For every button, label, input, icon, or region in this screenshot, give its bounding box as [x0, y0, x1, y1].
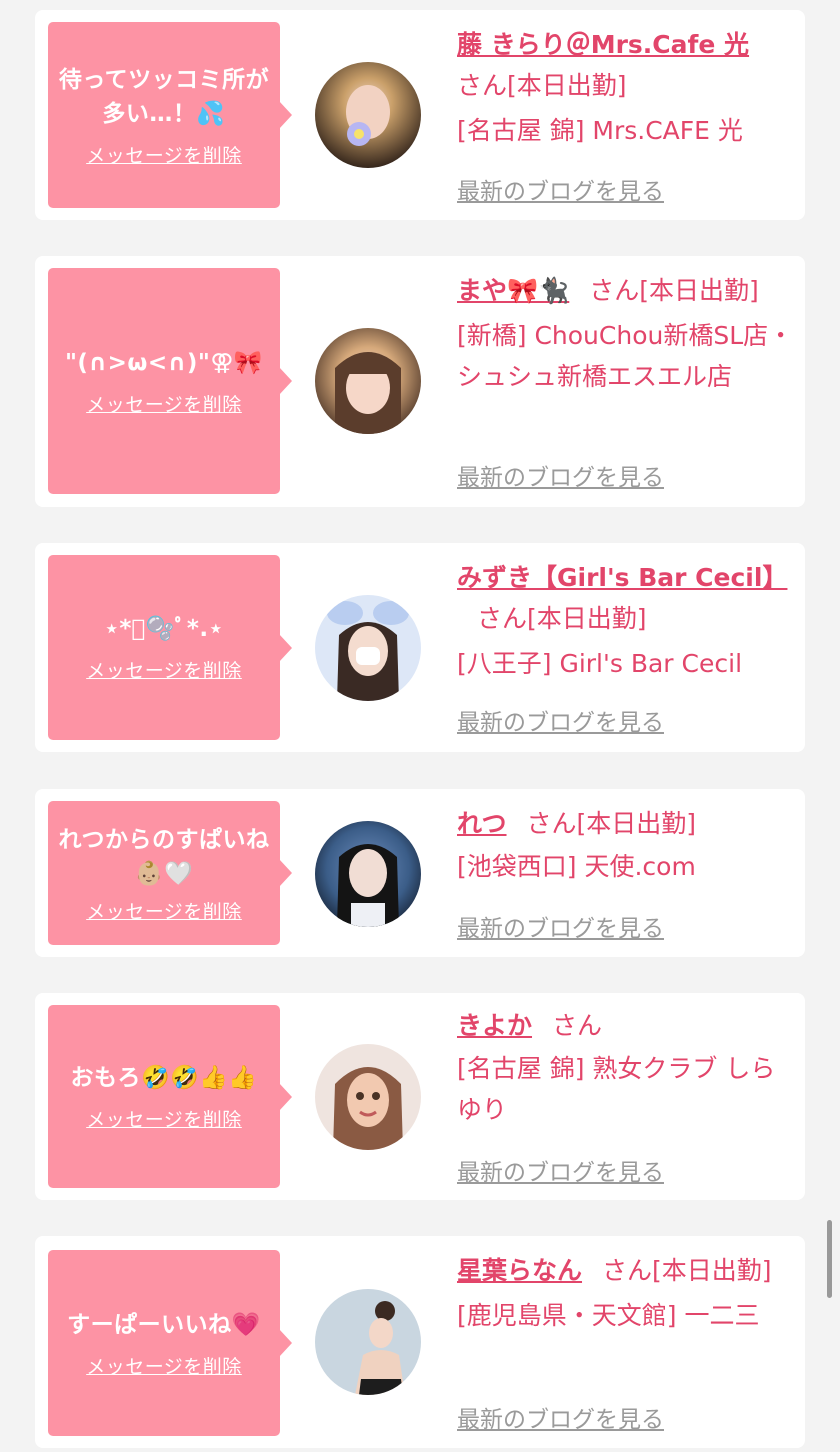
user-name-link[interactable]: まや🎀🐈‍⬛ [457, 276, 569, 305]
message-text: すーぱーいいね💗 [67, 1311, 261, 1338]
user-name-link[interactable]: きよか [457, 1011, 532, 1040]
avatar[interactable] [315, 1289, 421, 1395]
message-bubble: すーぱーいいね💗 メッセージを削除 [48, 1250, 292, 1436]
user-status: さん [552, 1011, 603, 1040]
user-info: 藤 きらり＠Mrs.Cafe 光 さん[本日出勤] [名古屋 錦] Mrs.CA… [457, 24, 797, 151]
delete-message-link[interactable]: メッセージを削除 [86, 141, 242, 168]
shop-name: [池袋西口] 天使.com [457, 852, 696, 881]
list-item: れつからのすぱいね👶🏼🤍 メッセージを削除 れつ さん[本日出勤] [池袋西口]… [35, 789, 805, 957]
avatar[interactable] [315, 62, 421, 168]
message-text: おもろ🤣🤣👍👍 [70, 1065, 258, 1091]
user-status: さん[本日出勤] [526, 809, 697, 838]
latest-blog-link[interactable]: 最新のブログを見る [457, 1400, 664, 1434]
avatar[interactable] [315, 821, 421, 927]
avatar[interactable] [315, 328, 421, 434]
list-item: 待ってツッコミ所が多い…！💦 メッセージを削除 藤 きらり＠Mrs.Cafe 光… [35, 10, 805, 220]
message-text: "(∩>ω<∩)"⚢🎀 [64, 349, 264, 376]
user-name-link[interactable]: れつ [457, 809, 507, 838]
delete-message-link[interactable]: メッセージを削除 [86, 656, 242, 683]
list-item: "(∩>ω<∩)"⚢🎀 メッセージを削除 まや🎀🐈‍⬛ さん[本日出勤] [35, 256, 805, 507]
user-status: さん[本日出勤] [457, 71, 627, 100]
user-name-link[interactable]: みずき【Girl's Bar Cecil】 [457, 563, 787, 592]
shop-name: [名古屋 錦] 熟女クラブ しらゆり [457, 1054, 776, 1124]
user-name-link[interactable]: 星葉らなん [457, 1256, 582, 1285]
latest-blog-link[interactable]: 最新のブログを見る [457, 172, 664, 206]
shop-name: [鹿児島県・天文館] 一二三 [457, 1301, 760, 1330]
user-status: さん[本日出勤] [477, 604, 647, 633]
message-bubble: "(∩>ω<∩)"⚢🎀 メッセージを削除 [48, 268, 292, 494]
delete-message-link[interactable]: メッセージを削除 [86, 1105, 242, 1132]
message-text: 待ってツッコミ所が多い…！💦 [58, 66, 270, 127]
user-info: きよか さん [名古屋 錦] 熟女クラブ しらゆり [457, 1005, 797, 1130]
message-bubble: おもろ🤣🤣👍👍 メッセージを削除 [48, 1005, 292, 1188]
user-status: さん[本日出勤] [602, 1256, 772, 1285]
avatar[interactable] [315, 1044, 421, 1150]
message-list: 待ってツッコミ所が多い…！💦 メッセージを削除 藤 きらり＠Mrs.Cafe 光… [0, 0, 840, 1452]
message-text: れつからのすぱいね👶🏼🤍 [58, 826, 270, 887]
latest-blog-link[interactable]: 最新のブログを見る [457, 458, 664, 492]
user-info: 星葉らなん さん[本日出勤] [鹿児島県・天文館] 一二三 [457, 1250, 797, 1336]
message-bubble: ⋆*ﾟ🫧ﾟ*.⋆ メッセージを削除 [48, 555, 292, 740]
shop-name: [八王子] Girl's Bar Cecil [457, 649, 743, 678]
message-bubble: 待ってツッコミ所が多い…！💦 メッセージを削除 [48, 22, 292, 208]
user-info: みずき【Girl's Bar Cecil】さん[本日出勤] [八王子] Girl… [457, 557, 797, 684]
list-item: ⋆*ﾟ🫧ﾟ*.⋆ メッセージを削除 みずき【Girl's Bar Cecil】さ… [35, 543, 805, 752]
message-bubble: れつからのすぱいね👶🏼🤍 メッセージを削除 [48, 801, 292, 945]
shop-name: [名古屋 錦] Mrs.CAFE 光 [457, 116, 743, 145]
delete-message-link[interactable]: メッセージを削除 [86, 390, 242, 417]
user-info: まや🎀🐈‍⬛ さん[本日出勤] [新橋] ChouChou新橋SL店・シュシュ新橋… [457, 270, 797, 397]
user-info: れつ さん[本日出勤] [池袋西口] 天使.com [457, 803, 797, 887]
latest-blog-link[interactable]: 最新のブログを見る [457, 909, 664, 943]
shop-name: [新橋] ChouChou新橋SL店・シュシュ新橋エスエル店 [457, 321, 794, 391]
latest-blog-link[interactable]: 最新のブログを見る [457, 1153, 664, 1187]
latest-blog-link[interactable]: 最新のブログを見る [457, 703, 664, 737]
avatar[interactable] [315, 595, 421, 701]
user-status: さん[本日出勤] [589, 276, 759, 305]
list-item: すーぱーいいね💗 メッセージを削除 星葉らなん さん[本日出勤] [鹿児島県・天文… [35, 1236, 805, 1448]
delete-message-link[interactable]: メッセージを削除 [86, 897, 242, 924]
message-text: ⋆*ﾟ🫧ﾟ*.⋆ [104, 616, 224, 642]
scrollbar[interactable] [827, 1220, 832, 1298]
list-item: おもろ🤣🤣👍👍 メッセージを削除 きよか さん [名古屋 錦] 熟女クラブ しらゆ… [35, 993, 805, 1200]
user-name-link[interactable]: 藤 きらり＠Mrs.Cafe 光 [457, 30, 749, 59]
delete-message-link[interactable]: メッセージを削除 [86, 1352, 242, 1379]
